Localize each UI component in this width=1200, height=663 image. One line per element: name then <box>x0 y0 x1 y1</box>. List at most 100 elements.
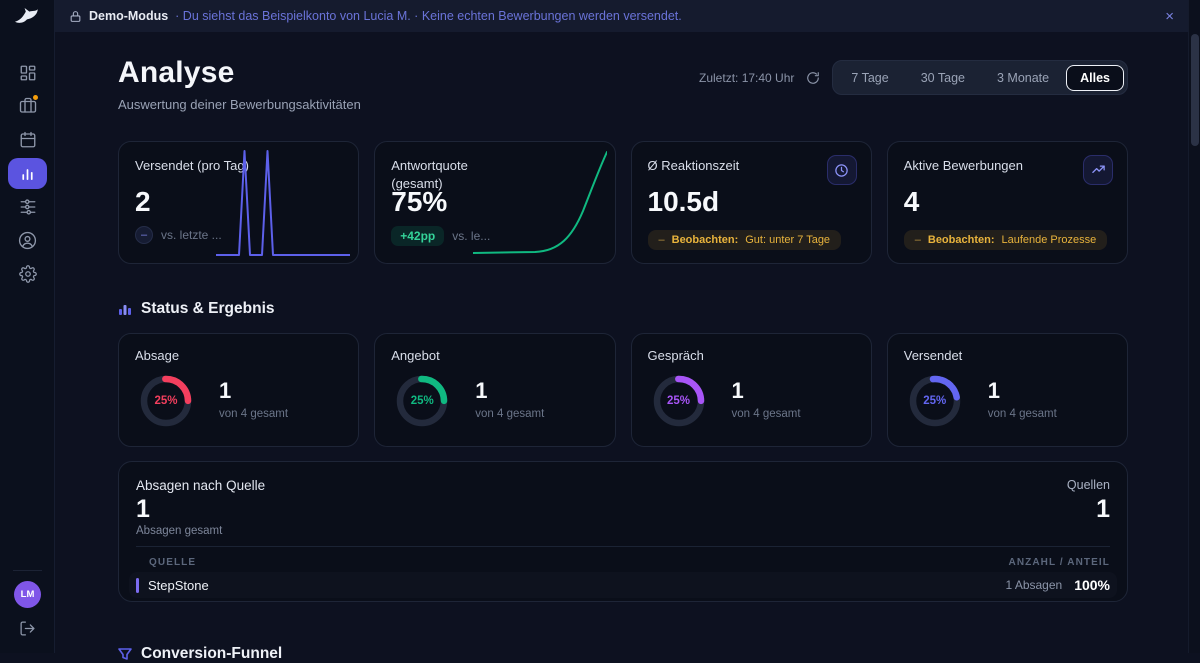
kpi-value: 75% <box>391 186 447 218</box>
kpi-title: Ø Reaktionszeit <box>648 157 823 175</box>
scrollbar-thumb[interactable] <box>1191 34 1199 146</box>
status-title: Angebot <box>391 348 439 363</box>
kpi-card-antwortquote[interactable]: Antwortquote (gesamt) 75% +42pp vs. le..… <box>374 141 615 264</box>
calendar-icon <box>19 131 37 149</box>
demo-mode-banner: Demo-Modus · Du siehst das Beispielkonto… <box>55 0 1188 32</box>
sidebar-item-profil[interactable] <box>0 225 55 255</box>
tab-alles-active[interactable]: Alles <box>1066 65 1124 91</box>
growth-sparkline-chart <box>473 147 607 259</box>
main-content: Analyse Auswertung deiner Bewerbungsakti… <box>55 32 1188 653</box>
source-table-row[interactable]: StepStone 1 Absagen 100% <box>129 572 1117 598</box>
status-card-versendet[interactable]: Versendet 25% 1 von 4 gesamt <box>887 333 1128 447</box>
sidebar-divider <box>13 570 42 571</box>
logout-icon <box>19 620 36 637</box>
sources-count-value: 1 <box>1096 495 1110 524</box>
sidebar-item-analyse-active[interactable] <box>8 158 47 189</box>
refresh-icon <box>806 71 820 85</box>
clock-icon <box>827 155 857 185</box>
kpi-title: Aktive Bewerbungen <box>904 157 1079 175</box>
kpi-value: 4 <box>904 186 920 218</box>
notification-dot <box>33 95 38 100</box>
avatar-initials: LM <box>21 589 35 600</box>
status-note: von 4 gesamt <box>219 408 288 420</box>
badge-label: Beobachten: <box>672 234 739 246</box>
status-value: 1 <box>475 378 487 404</box>
sources-count-label: Quellen <box>1067 478 1110 492</box>
badge-text: Laufende Prozesse <box>1002 234 1097 246</box>
status-note: von 4 gesamt <box>475 408 544 420</box>
demo-mode-message: · Du siehst das Beispielkonto von Lucia … <box>175 9 682 23</box>
status-card-angebot[interactable]: Angebot 25% 1 von 4 gesamt <box>374 333 615 447</box>
status-card-gespraech[interactable]: Gespräch 25% 1 von 4 gesamt <box>631 333 872 447</box>
gear-icon <box>19 265 37 283</box>
banner-close-icon[interactable]: × <box>1165 9 1174 24</box>
logout-button[interactable] <box>0 613 55 643</box>
source-share: 100% <box>1074 577 1110 593</box>
status-value: 1 <box>732 378 744 404</box>
user-circle-icon <box>18 231 37 250</box>
refresh-button[interactable] <box>806 71 820 85</box>
neutral-change-chip: – <box>135 226 153 244</box>
sidebar-item-einstellungen[interactable] <box>0 259 55 289</box>
section-title: Status & Ergebnis <box>141 300 275 318</box>
positive-change-chip: +42pp <box>391 226 444 246</box>
status-value: 1 <box>219 378 231 404</box>
kpi-card-row: Versendet (pro Tag) 2 – vs. letzte ... A… <box>118 141 1128 264</box>
status-title: Absage <box>135 348 179 363</box>
vertical-scrollbar[interactable] <box>1188 0 1200 653</box>
absagen-nach-quelle-card: Absagen nach Quelle 1 Absagen gesamt Que… <box>118 461 1128 602</box>
kpi-value: 2 <box>135 186 151 218</box>
column-header-anzahl-anteil: ANZAHL / ANTEIL <box>1009 557 1111 568</box>
trend-up-icon <box>1083 155 1113 185</box>
tab-3-monate[interactable]: 3 Monate <box>982 65 1064 91</box>
page-header: Analyse Auswertung deiner Bewerbungsakti… <box>118 56 361 112</box>
status-section-heading: Status & Ergebnis <box>118 300 275 318</box>
app-bird-logo-icon[interactable] <box>12 5 42 29</box>
funnel-icon <box>118 647 132 661</box>
header-controls: Zuletzt: 17:40 Uhr 7 Tage 30 Tage 3 Mona… <box>699 60 1128 95</box>
donut-chart-angebot: 25% <box>395 374 449 428</box>
sources-total-label: Absagen gesamt <box>136 525 222 537</box>
tab-30-tage[interactable]: 30 Tage <box>906 65 980 91</box>
sidebar-item-kalender[interactable] <box>0 125 55 155</box>
sources-title: Absagen nach Quelle <box>136 478 265 493</box>
donut-chart-absage: 25% <box>139 374 193 428</box>
kpi-comparison-note: vs. letzte ... <box>161 228 222 242</box>
status-value: 1 <box>988 378 1000 404</box>
status-card-absage[interactable]: Absage 25% 1 von 4 gesamt <box>118 333 359 447</box>
donut-chart-versendet: 25% <box>908 374 962 428</box>
kpi-value: 10.5d <box>648 186 720 218</box>
bar-chart-icon <box>19 165 36 182</box>
tab-7-tage[interactable]: 7 Tage <box>836 65 903 91</box>
kpi-card-versendet-pro-tag[interactable]: Versendet (pro Tag) 2 – vs. letzte ... <box>118 141 359 264</box>
last-updated-text: Zuletzt: 17:40 Uhr <box>699 71 794 85</box>
section-title: Conversion-Funnel <box>141 645 282 663</box>
page-title: Analyse <box>118 56 361 90</box>
donut-percent-label: 25% <box>395 374 449 428</box>
spike-sparkline-chart <box>216 147 350 259</box>
dashboard-grid-icon <box>19 64 37 82</box>
sidebar-item-filter[interactable] <box>0 192 55 222</box>
user-avatar[interactable]: LM <box>14 581 41 608</box>
time-range-tabs: 7 Tage 30 Tage 3 Monate Alles <box>832 60 1128 95</box>
sliders-icon <box>19 198 37 216</box>
source-count: 1 Absagen <box>1005 578 1062 592</box>
mini-bar-chart-icon <box>118 302 132 316</box>
sidebar-item-bewerbungen[interactable] <box>0 91 55 121</box>
status-title: Versendet <box>904 348 963 363</box>
watch-status-badge: – Beobachten: Laufende Prozesse <box>904 230 1108 250</box>
divider <box>136 546 1110 547</box>
status-title: Gespräch <box>648 348 704 363</box>
badge-label: Beobachten: <box>928 234 995 246</box>
kpi-card-reaktionszeit[interactable]: Ø Reaktionszeit 10.5d – Beobachten: Gut:… <box>631 141 872 264</box>
sidebar-item-dashboard[interactable] <box>0 58 55 88</box>
status-note: von 4 gesamt <box>732 408 801 420</box>
sources-total-value: 1 <box>136 495 150 524</box>
kpi-card-aktive-bewerbungen[interactable]: Aktive Bewerbungen 4 – Beobachten: Laufe… <box>887 141 1128 264</box>
page-subtitle: Auswertung deiner Bewerbungsaktivitäten <box>118 97 361 112</box>
status-note: von 4 gesamt <box>988 408 1057 420</box>
column-header-quelle: QUELLE <box>149 557 196 568</box>
donut-chart-gespraech: 25% <box>652 374 706 428</box>
status-card-row: Absage 25% 1 von 4 gesamt Angebot 25% 1 <box>118 333 1128 447</box>
source-color-bar <box>136 578 139 593</box>
